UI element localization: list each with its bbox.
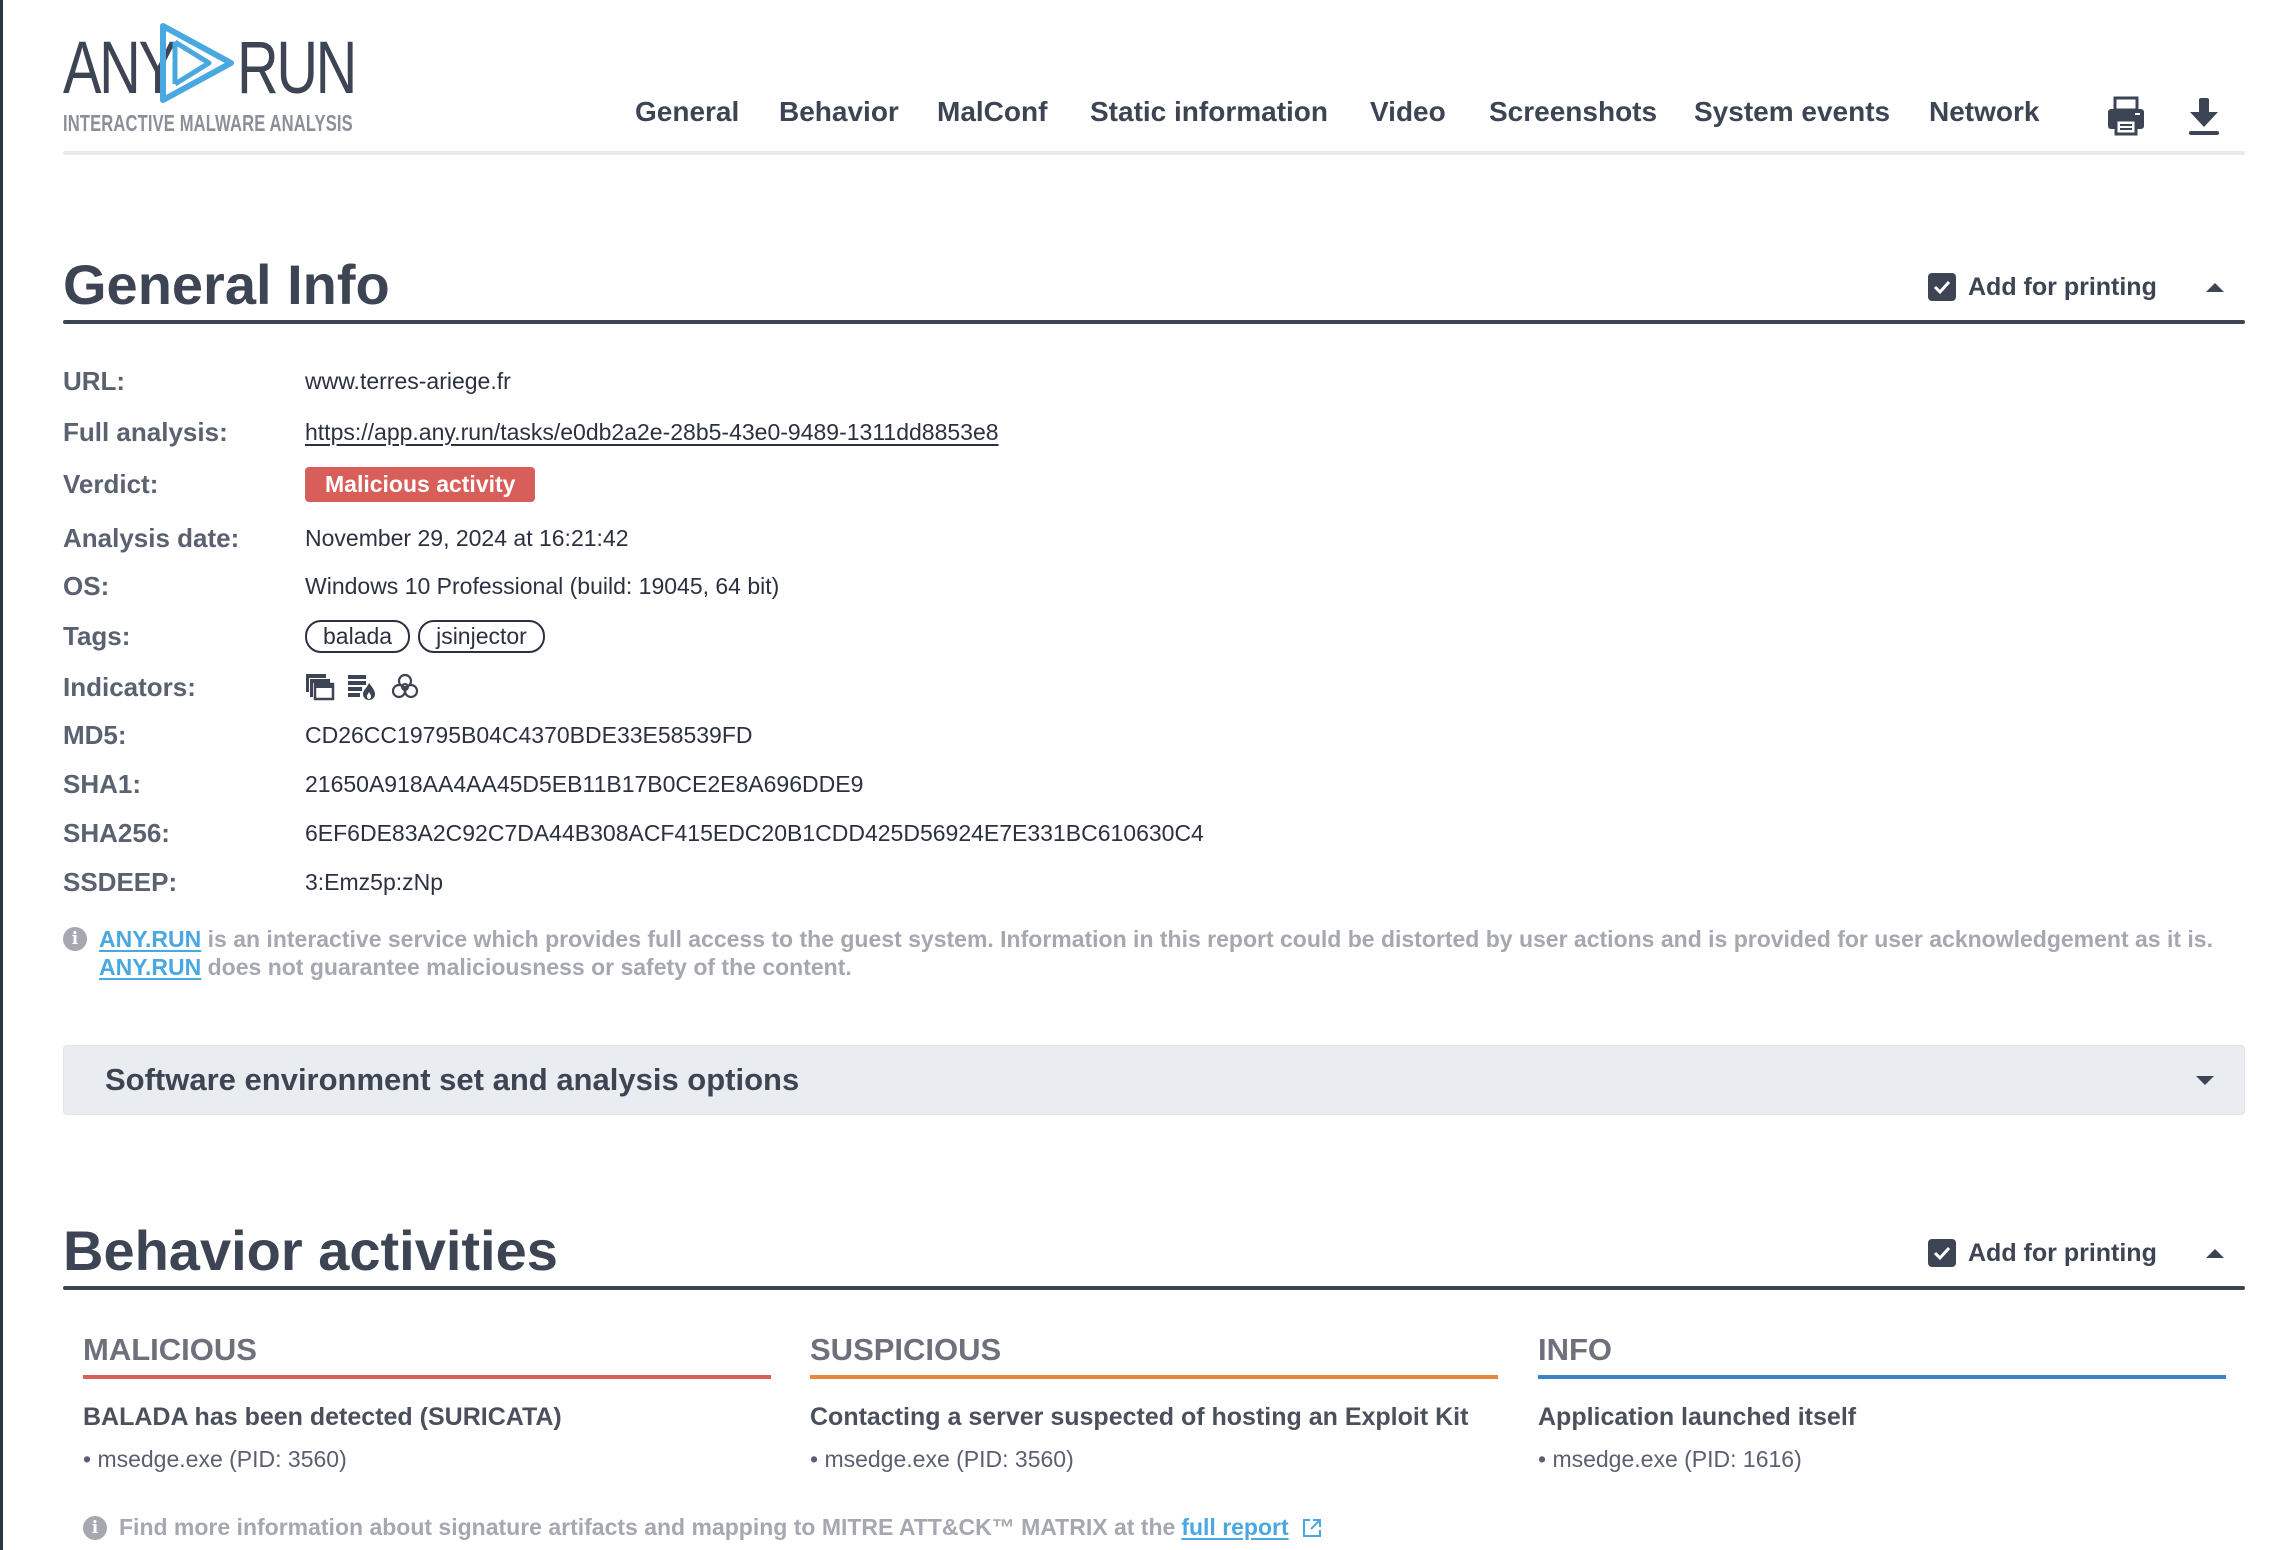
- malicious-heading: MALICIOUS: [83, 1332, 257, 1367]
- biohazard-icon[interactable]: [390, 673, 420, 701]
- collapse-up-icon[interactable]: [2206, 1249, 2224, 1258]
- software-environment-accordion[interactable]: Software environment set and analysis op…: [63, 1045, 2245, 1115]
- row-full-analysis: Full analysis: https://app.any.run/tasks…: [63, 415, 2163, 449]
- verdict-label: Verdict:: [63, 468, 159, 499]
- collapse-up-icon[interactable]: [2206, 283, 2224, 292]
- left-edge-border: [0, 0, 3, 1550]
- behavior-divider: [63, 1286, 2245, 1290]
- add-for-printing-label: Add for printing: [1968, 272, 2157, 301]
- row-url: URL: www.terres-ariege.fr: [63, 364, 2163, 398]
- row-md5: MD5: CD26CC19795B04C4370BDE33E58539FD: [63, 718, 2163, 752]
- row-verdict: Verdict: Malicious activity: [63, 466, 2163, 502]
- signature-title[interactable]: Application launched itself: [1538, 1403, 2226, 1432]
- checkbox-checked-icon[interactable]: [1928, 273, 1956, 301]
- signature-title[interactable]: Contacting a server suspected of hosting…: [810, 1403, 1498, 1432]
- disclaimer-line-1: is an interactive service which provides…: [201, 926, 2213, 952]
- suspicious-heading: SUSPICIOUS: [810, 1332, 1002, 1367]
- nav-behavior[interactable]: Behavior: [779, 96, 899, 128]
- row-os: OS: Windows 10 Professional (build: 1904…: [63, 569, 2163, 603]
- print-button[interactable]: [2106, 96, 2146, 138]
- disclaimer-line-2: does not guarantee maliciousness or safe…: [201, 954, 852, 980]
- play-triangle-icon: [160, 23, 234, 103]
- sha256-value: 6EF6DE83A2C92C7DA44B308ACF415EDC20B1CDD4…: [305, 819, 1204, 846]
- row-tags: Tags: balada jsinjector: [63, 619, 2163, 653]
- process-item: • msedge.exe (PID: 3560): [83, 1446, 347, 1472]
- os-label: OS:: [63, 570, 110, 601]
- row-analysis-date: Analysis date: November 29, 2024 at 16:2…: [63, 521, 2163, 555]
- download-button[interactable]: [2184, 96, 2224, 138]
- nav-screenshots[interactable]: Screenshots: [1489, 96, 1657, 128]
- anyrun-link[interactable]: ANY.RUN: [99, 926, 201, 952]
- row-indicators: Indicators:: [63, 670, 2163, 704]
- suspicious-underline: [810, 1375, 1498, 1379]
- multiple-windows-icon[interactable]: [305, 673, 335, 701]
- full-analysis-label: Full analysis:: [63, 416, 228, 447]
- sha256-label: SHA256:: [63, 817, 170, 848]
- url-value: www.terres-ariege.fr: [305, 367, 511, 394]
- os-value: Windows 10 Professional (build: 19045, 6…: [305, 572, 780, 599]
- printer-icon: [2108, 96, 2144, 136]
- info-column: INFO Application launched itself • msedg…: [1538, 1330, 2226, 1473]
- nav-video[interactable]: Video: [1370, 96, 1446, 128]
- full-analysis-link[interactable]: https://app.any.run/tasks/e0db2a2e-28b5-…: [305, 419, 999, 446]
- malicious-column: MALICIOUS BALADA has been detected (SURI…: [83, 1330, 771, 1473]
- md5-value: CD26CC19795B04C4370BDE33E58539FD: [305, 721, 753, 748]
- general-info-divider: [63, 320, 2245, 324]
- mitre-note: i Find more information about signature …: [83, 1514, 1323, 1541]
- tag-chip[interactable]: balada: [305, 619, 411, 653]
- top-nav: General Behavior MalConf Static informat…: [0, 96, 2282, 140]
- info-heading: INFO: [1538, 1332, 1613, 1367]
- tags-label: Tags:: [63, 620, 131, 651]
- tag-chip[interactable]: jsinjector: [418, 619, 545, 653]
- nav-network[interactable]: Network: [1929, 96, 2039, 128]
- software-environment-title: Software environment set and analysis op…: [105, 1062, 800, 1097]
- chevron-down-icon: [2196, 1076, 2214, 1085]
- row-sha256: SHA256: 6EF6DE83A2C92C7DA44B308ACF415EDC…: [63, 816, 2163, 850]
- ssdeep-label: SSDEEP:: [63, 866, 178, 897]
- anyrun-link[interactable]: ANY.RUN: [99, 954, 201, 980]
- add-for-printing-label: Add for printing: [1968, 1238, 2157, 1267]
- info-circle-icon: i: [83, 1515, 107, 1540]
- firewall-fire-icon[interactable]: [347, 673, 377, 701]
- row-sha1: SHA1: 21650A918AA4AA45D5EB11B17B0CE2E8A6…: [63, 767, 2163, 801]
- behavior-print-toggle[interactable]: Add for printing: [1928, 1236, 2157, 1270]
- external-link-icon[interactable]: [1301, 1517, 1323, 1539]
- sha1-value: 21650A918AA4AA45D5EB11B17B0CE2E8A696DDE9: [305, 770, 864, 797]
- analysis-date-value: November 29, 2024 at 16:21:42: [305, 524, 629, 551]
- behavior-activities-title: Behavior activities: [63, 1219, 558, 1282]
- nav-static-information[interactable]: Static information: [1090, 96, 1328, 128]
- suspicious-column: SUSPICIOUS Contacting a server suspected…: [810, 1330, 1498, 1473]
- nav-malconf[interactable]: MalConf: [937, 96, 1047, 128]
- url-label: URL:: [63, 365, 126, 396]
- general-info-title: General Info: [63, 253, 390, 316]
- verdict-badge: Malicious activity: [305, 466, 536, 502]
- sha1-label: SHA1:: [63, 768, 142, 799]
- ssdeep-value: 3:Emz5p:zNp: [305, 868, 444, 895]
- download-icon: [2189, 98, 2219, 135]
- process-item: • msedge.exe (PID: 1616): [1538, 1446, 1802, 1472]
- analysis-date-label: Analysis date:: [63, 522, 240, 553]
- info-circle-icon: i: [63, 927, 87, 951]
- mitre-note-text: Find more information about signature ar…: [119, 1514, 1176, 1540]
- malicious-underline: [83, 1375, 771, 1379]
- full-report-link[interactable]: full report: [1181, 1514, 1288, 1541]
- signature-title[interactable]: BALADA has been detected (SURICATA): [83, 1403, 771, 1432]
- indicators-label: Indicators:: [63, 671, 196, 702]
- disclaimer-note: i ANY.RUN is an interactive service whic…: [63, 925, 2243, 981]
- info-underline: [1538, 1375, 2226, 1379]
- header-divider: [63, 151, 2245, 155]
- nav-general[interactable]: General: [635, 96, 739, 128]
- row-ssdeep: SSDEEP: 3:Emz5p:zNp: [63, 865, 2163, 899]
- md5-label: MD5:: [63, 719, 127, 750]
- process-item: • msedge.exe (PID: 3560): [810, 1446, 1074, 1472]
- checkbox-checked-icon[interactable]: [1928, 1239, 1956, 1267]
- general-info-print-toggle[interactable]: Add for printing: [1928, 270, 2157, 304]
- nav-system-events[interactable]: System events: [1694, 96, 1890, 128]
